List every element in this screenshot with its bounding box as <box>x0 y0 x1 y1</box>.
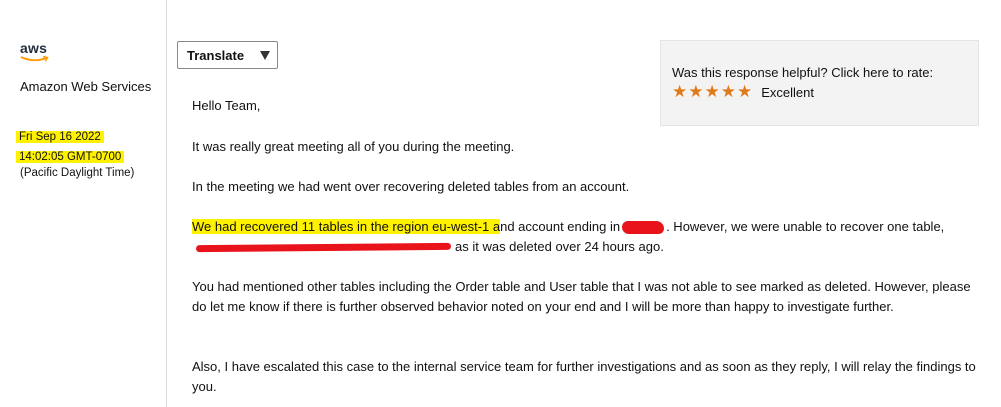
redaction-mark <box>622 221 665 235</box>
sender-name: Amazon Web Services <box>20 79 152 94</box>
caret-down-icon <box>260 51 270 60</box>
redaction-mark <box>195 242 452 253</box>
message-text: nd account ending in <box>500 219 621 234</box>
message-paragraph-4: You had mentioned other tables including… <box>192 279 971 314</box>
message-paragraph-1: It was really great meeting all of you d… <box>192 139 515 154</box>
message-text: as it was deleted over 24 hours ago. <box>455 239 664 254</box>
message-text: . However, we were unable to recover one… <box>666 219 945 234</box>
sent-date: Fri Sep 16 2022 14:02:05 GMT-0700 <box>16 127 156 167</box>
message-paragraph-3: We had recovered 11 tables in the region… <box>192 217 982 257</box>
sender-sidebar: aws Amazon Web Services Fri Sep 16 2022 … <box>0 0 166 407</box>
message-greeting: Hello Team, <box>192 98 261 113</box>
smile-arrow-icon <box>20 55 49 62</box>
translate-label: Translate <box>187 47 245 63</box>
translate-button[interactable]: Translate <box>177 41 278 69</box>
rating-question[interactable]: Was this response helpful? Click here to… <box>672 65 978 80</box>
column-divider <box>166 0 167 407</box>
message-paragraph-5: Also, I have escalated this case to the … <box>192 359 976 394</box>
highlighted-text: We had recovered 11 tables in the region… <box>192 219 501 234</box>
sent-date-line: Fri Sep 16 2022 <box>16 131 104 143</box>
message-paragraph-2: In the meeting we had went over recoveri… <box>192 179 630 194</box>
sent-time-line: 14:02:05 GMT-0700 <box>16 151 125 163</box>
aws-logo: aws <box>20 40 56 66</box>
sent-timezone: (Pacific Daylight Time) <box>20 167 135 179</box>
aws-logo-text: aws <box>20 40 48 56</box>
